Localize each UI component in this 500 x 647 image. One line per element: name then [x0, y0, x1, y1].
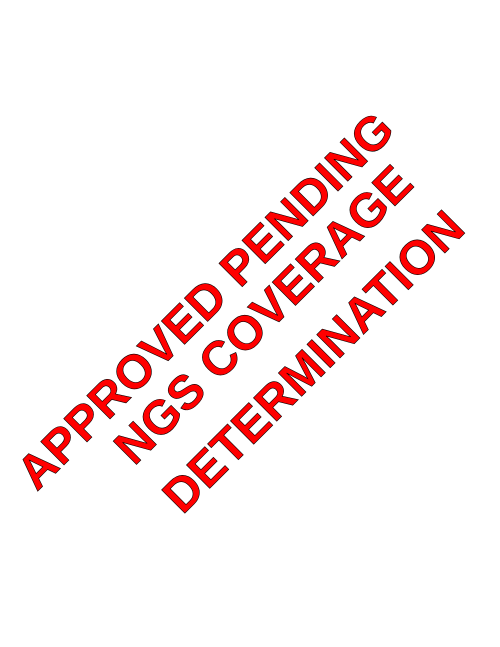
- document-page: APPROVED PENDING NGS COVERAGE DETERMINATIO…: [0, 0, 500, 647]
- approval-stamp: APPROVED PENDINGNGS COVERAGEDETERMINATIO…: [7, 102, 476, 524]
